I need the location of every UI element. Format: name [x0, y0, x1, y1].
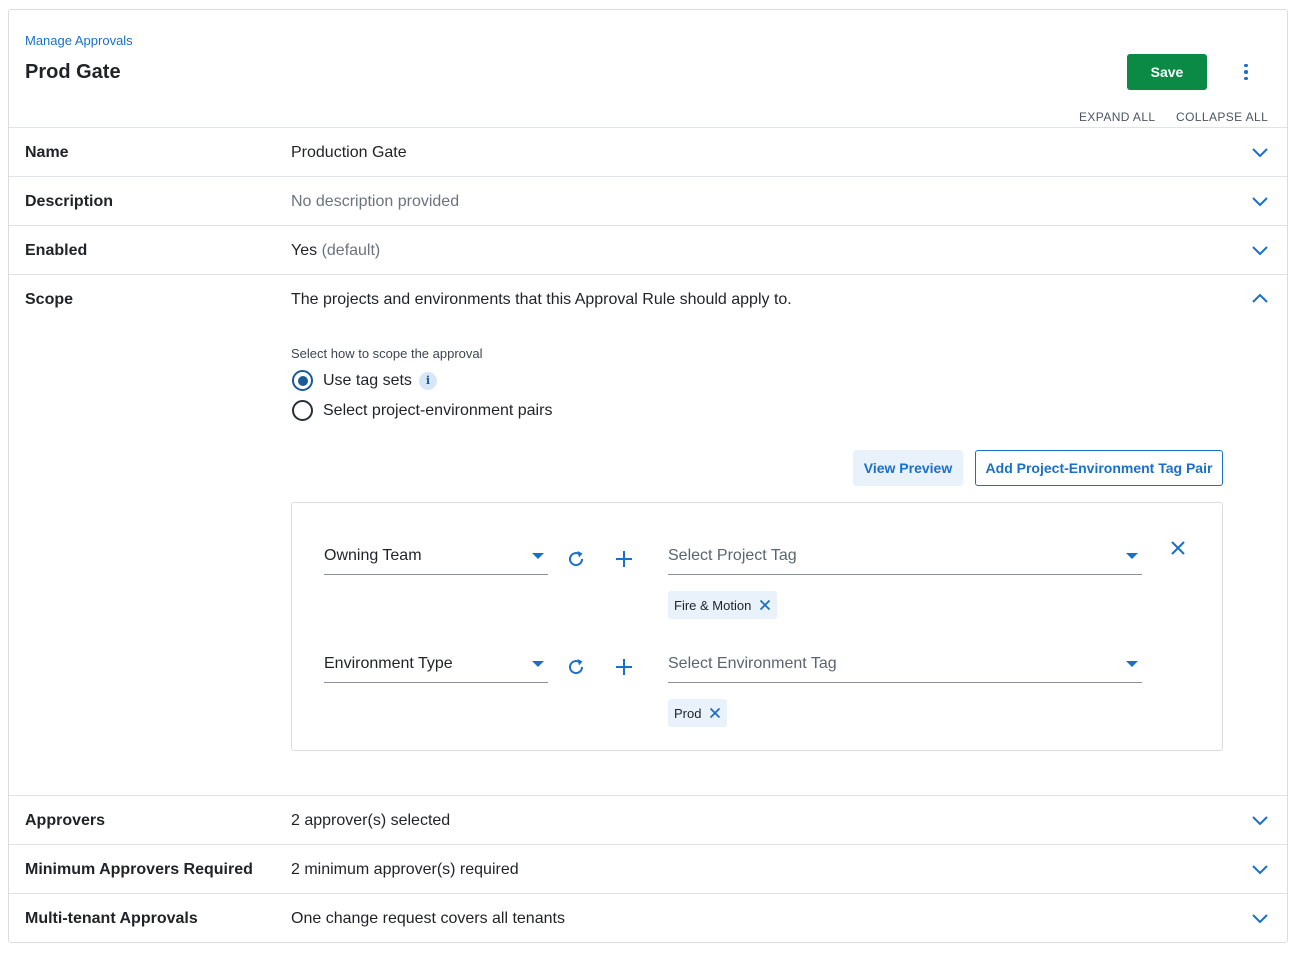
select-placeholder: Select Project Tag	[668, 547, 797, 564]
more-options-icon[interactable]	[1235, 58, 1257, 86]
row-description[interactable]: Description No description provided	[9, 176, 1287, 225]
page-title: Prod Gate	[25, 61, 121, 83]
plus-icon[interactable]	[613, 548, 635, 570]
row-value: 2 minimum approver(s) required	[291, 861, 519, 878]
row-label: Description	[25, 193, 114, 210]
chip-label: Fire & Motion	[674, 597, 752, 613]
remove-chip-icon[interactable]	[759, 599, 771, 611]
row-approvers[interactable]: Approvers 2 approver(s) selected	[9, 795, 1287, 844]
chevron-down-icon[interactable]	[1249, 809, 1271, 831]
project-tag-set-select[interactable]: Owning Team	[324, 541, 548, 575]
scope-hint: Select how to scope the approval	[291, 346, 483, 361]
radio-label: Select project-environment pairs	[323, 401, 553, 419]
row-label: Name	[25, 144, 69, 161]
view-preview-button[interactable]: View Preview	[853, 450, 963, 486]
row-label: Multi-tenant Approvals	[25, 910, 198, 927]
row-value: 2 approver(s) selected	[291, 812, 451, 829]
row-value: Production Gate	[291, 144, 407, 161]
plus-icon[interactable]	[613, 656, 635, 678]
caret-down-icon	[1126, 661, 1138, 667]
refresh-icon[interactable]	[565, 548, 587, 570]
chevron-up-icon[interactable]	[1249, 288, 1271, 310]
add-tag-pair-button[interactable]: Add Project-Environment Tag Pair	[975, 450, 1223, 486]
row-value: Yes (default)	[291, 242, 380, 260]
chevron-down-icon[interactable]	[1249, 907, 1271, 929]
select-value: Environment Type	[324, 655, 453, 672]
radio-project-environment-pairs[interactable]: Select project-environment pairs	[292, 400, 552, 421]
select-value: Owning Team	[324, 547, 422, 564]
chevron-down-icon[interactable]	[1249, 239, 1271, 261]
row-label: Scope	[25, 291, 74, 308]
tag-chip: Prod	[668, 699, 728, 727]
caret-down-icon	[532, 661, 544, 667]
close-icon[interactable]	[1167, 537, 1189, 559]
radio-circle-selected[interactable]	[292, 370, 313, 391]
chevron-down-icon[interactable]	[1249, 858, 1271, 880]
project-tag-select[interactable]: Select Project Tag	[668, 541, 1142, 575]
chevron-down-icon[interactable]	[1249, 190, 1271, 212]
enabled-default-suffix: (default)	[321, 242, 381, 259]
row-enabled[interactable]: Enabled Yes (default)	[9, 225, 1287, 274]
caret-down-icon	[532, 553, 544, 559]
tag-pair-panel: Owning Team Select Project Tag Fire & Mo…	[291, 502, 1223, 751]
row-label: Enabled	[25, 242, 88, 259]
row-name[interactable]: Name Production Gate	[9, 127, 1287, 176]
approval-rule-card: Manage Approvals Prod Gate Save EXPAND A…	[8, 9, 1288, 943]
chevron-down-icon[interactable]	[1249, 141, 1271, 163]
row-value: No description provided	[291, 193, 460, 210]
row-value: One change request covers all tenants	[291, 910, 565, 927]
radio-use-tag-sets[interactable]: Use tag sets i	[292, 370, 437, 391]
environment-tag-select[interactable]: Select Environment Tag	[668, 649, 1142, 683]
radio-circle[interactable]	[292, 400, 313, 421]
enabled-value: Yes	[291, 242, 318, 259]
expand-all-link[interactable]: EXPAND ALL	[1079, 110, 1155, 124]
radio-label: Use tag sets	[323, 371, 412, 389]
environment-tag-set-select[interactable]: Environment Type	[324, 649, 548, 683]
chip-label: Prod	[674, 705, 702, 721]
row-minimum-approvers[interactable]: Minimum Approvers Required 2 minimum app…	[9, 844, 1287, 893]
row-label: Minimum Approvers Required	[25, 861, 253, 878]
breadcrumb-manage-approvals[interactable]: Manage Approvals	[25, 33, 133, 48]
refresh-icon[interactable]	[565, 656, 587, 678]
select-placeholder: Select Environment Tag	[668, 655, 837, 672]
info-icon[interactable]: i	[418, 371, 437, 390]
save-button[interactable]: Save	[1127, 54, 1207, 90]
row-value: The projects and environments that this …	[291, 291, 792, 308]
remove-chip-icon[interactable]	[709, 707, 721, 719]
caret-down-icon	[1126, 553, 1138, 559]
row-multi-tenant-approvals[interactable]: Multi-tenant Approvals One change reques…	[9, 893, 1287, 942]
row-label: Approvers	[25, 812, 106, 829]
collapse-all-link[interactable]: COLLAPSE ALL	[1176, 110, 1268, 124]
tag-chip: Fire & Motion	[668, 591, 778, 619]
